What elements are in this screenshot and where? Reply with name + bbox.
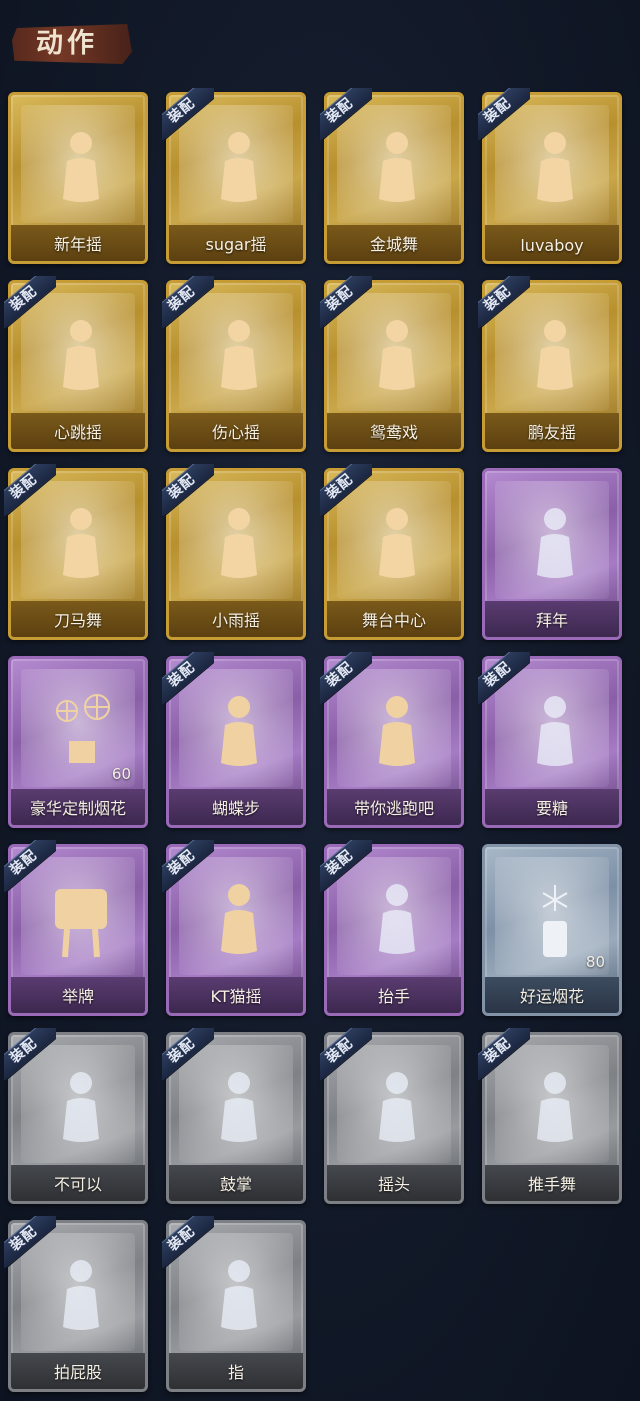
emote-name: luvaboy [520,236,584,255]
equipped-badge: 装配 [162,840,214,892]
emote-name: 不可以 [53,1175,102,1194]
equipped-badge: 装配 [4,840,56,892]
emote-name: 拜年 [535,611,568,630]
emote-name: KT猫摇 [210,987,262,1006]
emote-card[interactable]: 鹏友摇 装配 [478,276,626,456]
emote-name: 刀马舞 [53,611,102,630]
emote-name: 伤心摇 [211,423,260,442]
equipped-badge: 装配 [478,88,530,140]
emote-card[interactable]: 金城舞 装配 [320,88,468,268]
emote-name: 鼓掌 [219,1175,252,1194]
emote-card[interactable]: 推手舞 装配 [478,1028,626,1208]
emote-name: 拍屁股 [53,1363,102,1382]
emote-name: 带你逃跑吧 [353,799,434,818]
card-frame: 拜年 [482,468,622,640]
emote-card[interactable]: 鸳鸯戏 装配 [320,276,468,456]
equipped-badge: 装配 [320,652,372,704]
bow-greeting-icon [517,501,593,587]
emote-name: 小雨摇 [211,611,260,630]
emote-name: 新年摇 [53,235,102,254]
emote-card[interactable]: KT猫摇 装配 [162,840,310,1020]
emote-name: 心跳摇 [53,423,102,442]
emote-card[interactable]: 新年摇 [4,88,152,268]
equipped-badge: 装配 [320,88,372,140]
equipped-badge: 装配 [162,652,214,704]
emote-card[interactable]: 伤心摇 装配 [162,276,310,456]
item-count: 80 [585,953,605,971]
emote-name: 摇头 [377,1175,410,1194]
equipped-badge: 装配 [4,1216,56,1268]
emote-card[interactable]: 刀马舞 装配 [4,464,152,644]
emote-card[interactable]: 蝴蝶步 装配 [162,652,310,832]
emote-name: 要糖 [535,799,568,818]
emote-card[interactable]: 抬手 装配 [320,840,468,1020]
emote-card[interactable]: 心跳摇 装配 [4,276,152,456]
equipped-badge: 装配 [478,652,530,704]
emote-card[interactable]: 带你逃跑吧 装配 [320,652,468,832]
section-title: 动作 [36,28,98,59]
equipped-badge: 装配 [320,276,372,328]
emote-card[interactable]: 拜年 [478,464,626,644]
emote-card[interactable]: 小雨摇 装配 [162,464,310,644]
equipped-badge: 装配 [162,276,214,328]
emote-card[interactable]: 60 豪华定制烟花 [4,652,152,832]
emote-name: 推手舞 [527,1175,576,1194]
card-frame: 60 豪华定制烟花 [8,656,148,828]
equipped-badge: 装配 [478,276,530,328]
item-count: 60 [111,765,131,783]
emote-name: 抬手 [377,987,410,1006]
emote-name: 鹏友摇 [527,423,576,442]
emote-name: 指 [227,1363,244,1382]
emote-card[interactable]: sugar摇 装配 [162,88,310,268]
emote-name: sugar摇 [205,235,267,254]
emote-name: 舞台中心 [361,611,426,630]
equipped-badge: 装配 [162,1216,214,1268]
equipped-badge: 装配 [162,88,214,140]
emote-card[interactable]: 拍屁股 装配 [4,1216,152,1396]
card-frame: 新年摇 [8,92,148,264]
dancer-clap-icon [43,125,119,211]
emote-card[interactable]: 摇头 装配 [320,1028,468,1208]
emote-card[interactable]: 举牌 装配 [4,840,152,1020]
card-frame: 80 好运烟花 [482,844,622,1016]
equipped-badge: 装配 [4,464,56,516]
equipped-badge: 装配 [162,464,214,516]
fireworks-box-icon [43,689,119,775]
equipped-badge: 装配 [320,464,372,516]
emote-name: 鸳鸯戏 [369,423,418,442]
emote-card[interactable]: luvaboy 装配 [478,88,626,268]
equipped-badge: 装配 [320,1028,372,1080]
emote-name: 豪华定制烟花 [29,799,126,818]
emote-card[interactable]: 要糖 装配 [478,652,626,832]
emote-card[interactable]: 不可以 装配 [4,1028,152,1208]
emote-card[interactable]: 指 装配 [162,1216,310,1396]
firework-can-icon [517,877,593,963]
emote-name: 蝴蝶步 [211,799,260,818]
emote-card[interactable]: 舞台中心 装配 [320,464,468,644]
emote-card[interactable]: 鼓掌 装配 [162,1028,310,1208]
emote-name: 举牌 [61,987,94,1006]
emote-name: 金城舞 [369,235,418,254]
equipped-badge: 装配 [162,1028,214,1080]
equipped-badge: 装配 [4,276,56,328]
section-header: 动作 [12,14,138,70]
emote-name: 好运烟花 [519,987,584,1006]
equipped-badge: 装配 [320,840,372,892]
emote-card[interactable]: 80 好运烟花 [478,840,626,1020]
equipped-badge: 装配 [478,1028,530,1080]
equipped-badge: 装配 [4,1028,56,1080]
